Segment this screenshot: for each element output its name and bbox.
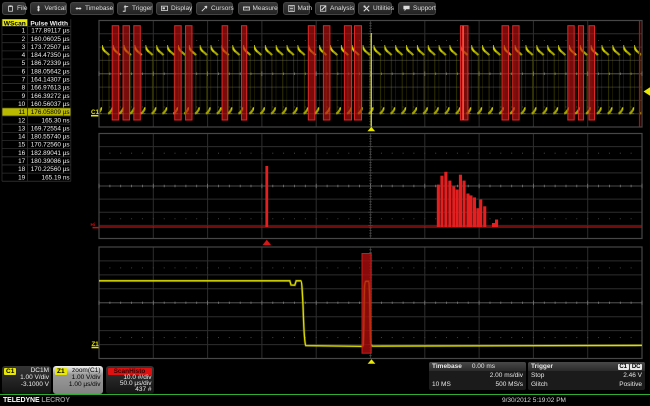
- svg-text:1: 1: [22, 28, 26, 35]
- svg-text:9: 9: [22, 93, 26, 100]
- svg-text:169.72554 µs: 169.72554 µs: [31, 125, 70, 132]
- svg-text:166.39272 µs: 166.39272 µs: [31, 93, 70, 100]
- svg-text:173.72507 µs: 173.72507 µs: [31, 44, 70, 51]
- svg-text:180.55740 µs: 180.55740 µs: [31, 134, 70, 141]
- svg-text:Hi: Hi: [91, 222, 96, 227]
- svg-text:186.72339 µs: 186.72339 µs: [31, 60, 70, 67]
- svg-text:14: 14: [18, 134, 26, 141]
- svg-text:188.05642 µs: 188.05642 µs: [31, 68, 70, 75]
- svg-text:180.39086 µs: 180.39086 µs: [31, 158, 70, 165]
- svg-text:4: 4: [22, 52, 26, 59]
- svg-text:176.05809 µs: 176.05809 µs: [31, 109, 70, 116]
- svg-text:164.14307 µs: 164.14307 µs: [31, 77, 70, 84]
- svg-text:11: 11: [19, 109, 26, 116]
- svg-text:160.56037 µs: 160.56037 µs: [31, 101, 70, 108]
- svg-text:177.89117 µs: 177.89117 µs: [31, 28, 69, 35]
- svg-text:C1: C1: [91, 109, 99, 116]
- svg-text:12: 12: [18, 117, 26, 124]
- svg-text:18: 18: [18, 166, 26, 173]
- svg-text:170.22560 µs: 170.22560 µs: [31, 166, 70, 173]
- svg-text:160.06025 µs: 160.06025 µs: [31, 36, 70, 43]
- svg-text:2: 2: [22, 36, 26, 43]
- svg-text:7: 7: [22, 77, 26, 84]
- svg-text:184.47350 µs: 184.47350 µs: [31, 52, 70, 59]
- svg-text:165.30 ns: 165.30 ns: [42, 117, 70, 124]
- svg-text:15: 15: [18, 142, 26, 149]
- svg-text:182.89041 µs: 182.89041 µs: [31, 150, 70, 157]
- svg-text:17: 17: [18, 158, 26, 165]
- svg-text:8: 8: [22, 85, 26, 92]
- svg-text:6: 6: [22, 68, 26, 75]
- svg-text:16: 16: [18, 150, 26, 157]
- svg-text:19: 19: [18, 174, 26, 181]
- svg-text:13: 13: [18, 125, 26, 132]
- svg-text:170.72560 µs: 170.72560 µs: [31, 142, 70, 149]
- svg-text:5: 5: [22, 60, 26, 67]
- svg-text:3: 3: [22, 44, 26, 51]
- svg-text:166.97613 µs: 166.97613 µs: [31, 85, 70, 92]
- svg-text:10: 10: [18, 101, 26, 108]
- svg-text:165.19 ns: 165.19 ns: [42, 174, 70, 181]
